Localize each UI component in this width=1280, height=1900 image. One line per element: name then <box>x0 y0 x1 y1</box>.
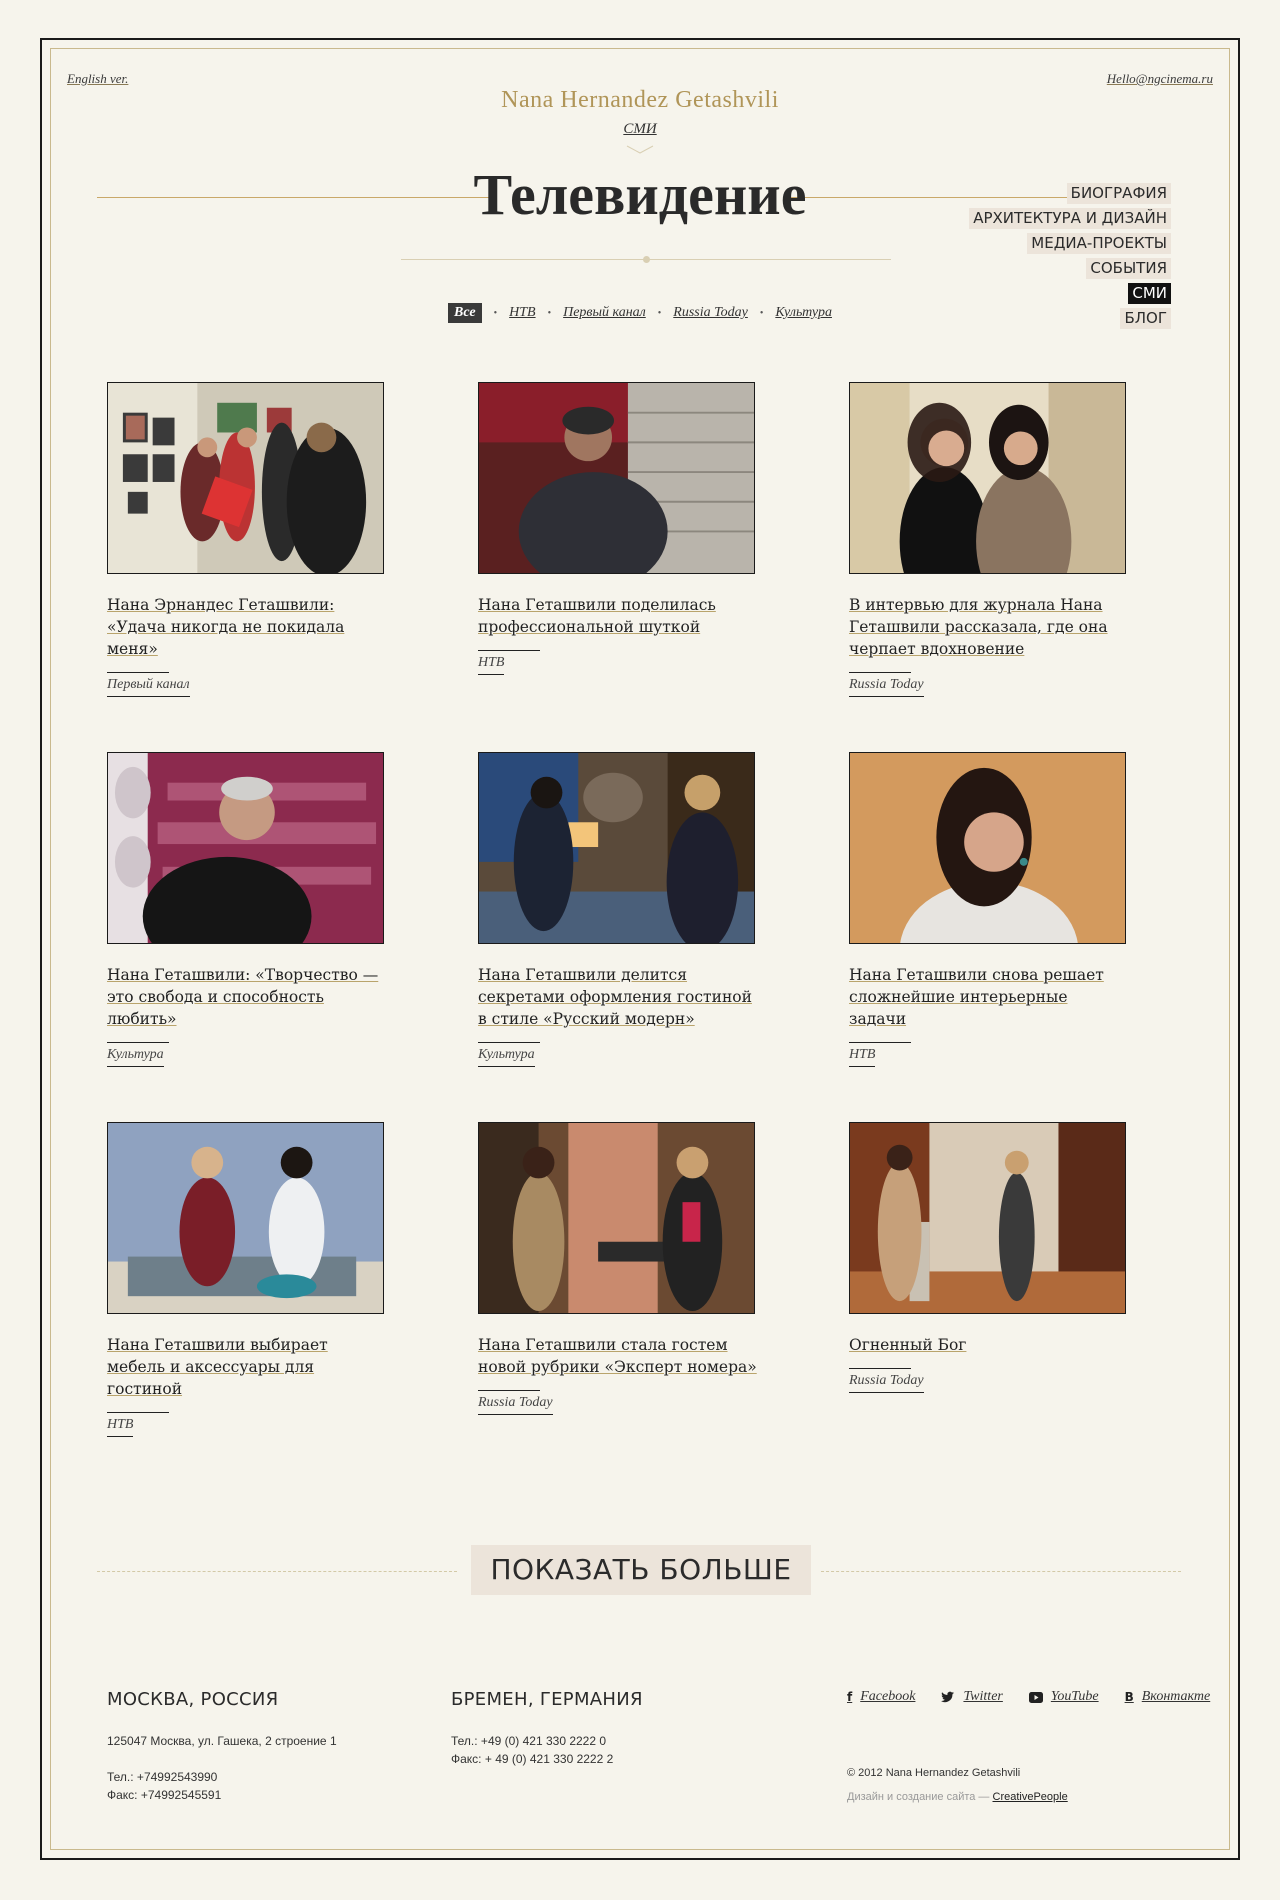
channel-tag[interactable]: Russia Today <box>849 1373 924 1393</box>
channel-tag[interactable]: Культура <box>478 1047 535 1067</box>
video-card: Нана Геташвили выбирает мебель и аксессу… <box>107 1122 387 1437</box>
filter-all[interactable]: Все <box>448 303 482 323</box>
video-card: Нана Геташвили поделилась профессиональн… <box>478 382 758 675</box>
vkontakte-icon: В <box>1124 1690 1134 1704</box>
video-title-link[interactable]: Нана Геташвили стала гостем новой рубрик… <box>478 1334 758 1378</box>
social-links: f Facebook Twitter YouTube В Вконтакте <box>847 1689 1210 1705</box>
tag-rule <box>478 1042 540 1043</box>
video-card: Нана Геташвили делится секретами оформле… <box>478 752 758 1067</box>
section-link[interactable]: СМИ <box>623 121 656 137</box>
video-card: Нана Геташвили стала гостем новой рубрик… <box>478 1122 758 1415</box>
tag-rule <box>107 1412 169 1413</box>
twitter-icon <box>941 1691 955 1703</box>
show-more-block: ПОКАЗАТЬ БОЛЬШЕ <box>97 1545 1181 1597</box>
video-title-link[interactable]: Нана Геташвили поделилась профессиональн… <box>478 594 758 638</box>
chevron-down-icon <box>626 145 654 154</box>
filter-separator: • <box>759 308 764 319</box>
social-vkontakte[interactable]: В Вконтакте <box>1125 1689 1211 1705</box>
nav-item-press[interactable]: СМИ <box>1128 283 1171 304</box>
divider-dot <box>643 256 650 263</box>
social-twitter[interactable]: Twitter <box>941 1689 1003 1705</box>
video-card: В интервью для журнала Нана Геташвили ра… <box>849 382 1129 697</box>
copyright: © 2012 Nana Hernandez Getashvili <box>847 1767 1021 1779</box>
video-thumbnail[interactable] <box>478 1122 755 1314</box>
footer-office-moscow: МОСКВА, РОССИЯ 125047 Москва, ул. Гашека… <box>107 1689 337 1804</box>
footer-office-bremen: БРЕМЕН, ГЕРМАНИЯ Тел.: +49 (0) 421 330 2… <box>451 1689 643 1768</box>
office-city: МОСКВА, РОССИЯ <box>107 1689 279 1710</box>
social-label: Twitter <box>963 1689 1003 1704</box>
video-title-link[interactable]: Нана Геташвили выбирает мебель и аксессу… <box>107 1334 387 1400</box>
office-phone: Тел.: +74992543990 <box>107 1770 218 1784</box>
filter-separator: • <box>657 308 662 319</box>
video-card: Нана Геташвили снова решает сложнейшие и… <box>849 752 1129 1067</box>
video-thumbnail[interactable] <box>849 1122 1126 1314</box>
social-label: Facebook <box>860 1689 916 1704</box>
video-title-link[interactable]: Огненный Бог <box>849 1334 1129 1356</box>
nav-item-biography[interactable]: БИОГРАФИЯ <box>1066 183 1171 204</box>
social-youtube[interactable]: YouTube <box>1028 1689 1099 1705</box>
video-thumbnail[interactable] <box>849 382 1126 574</box>
filter-russia-today[interactable]: Russia Today <box>673 305 748 321</box>
page-frame-inner: English ver. Hello@ngcinema.ru Nana Hern… <box>50 48 1230 1850</box>
credit-text: Дизайн и создание сайта — <box>847 1791 993 1803</box>
channel-tag[interactable]: НТВ <box>478 655 505 675</box>
social-label: YouTube <box>1050 1689 1099 1704</box>
video-title-link[interactable]: Нана Геташвили делится секретами оформле… <box>478 964 758 1030</box>
video-card: Огненный Бог Russia Today <box>849 1122 1129 1393</box>
dashed-divider-right <box>821 1571 1181 1572</box>
filter-ntv[interactable]: НТВ <box>509 305 535 321</box>
email-link[interactable]: Hello@ngcinema.ru <box>1107 71 1213 87</box>
social-facebook[interactable]: f Facebook <box>847 1689 915 1705</box>
video-thumbnail[interactable] <box>107 382 384 574</box>
tag-rule <box>107 672 169 673</box>
video-title-link[interactable]: Нана Геташвили: «Творчество — это свобод… <box>107 964 387 1030</box>
dashed-divider-left <box>97 1571 457 1572</box>
tag-rule <box>849 672 911 673</box>
video-thumbnail[interactable] <box>849 752 1126 944</box>
channel-filter-bar: Все • НТВ • Первый канал • Russia Today • Культу… <box>51 303 1229 323</box>
section-breadcrumb: СМИ <box>51 121 1229 138</box>
channel-tag[interactable]: Первый канал <box>107 677 190 697</box>
video-thumbnail[interactable] <box>107 1122 384 1314</box>
channel-tag[interactable]: НТВ <box>107 1417 134 1437</box>
video-thumbnail[interactable] <box>107 752 384 944</box>
site-logo[interactable]: Nana Hernandez Getashvili <box>51 87 1229 114</box>
tag-rule <box>107 1042 169 1043</box>
channel-tag[interactable]: Russia Today <box>478 1395 553 1415</box>
show-more-button[interactable]: ПОКАЗАТЬ БОЛЬШЕ <box>471 1545 811 1595</box>
credit-link[interactable]: CreativePeople <box>993 1791 1068 1803</box>
channel-tag[interactable]: Культура <box>107 1047 164 1067</box>
video-thumbnail[interactable] <box>478 382 755 574</box>
channel-tag[interactable]: Russia Today <box>849 677 924 697</box>
tag-rule <box>478 1390 540 1391</box>
office-fax: Факс: + 49 (0) 421 330 2222 2 <box>451 1752 614 1766</box>
video-card: Нана Геташвили: «Творчество — это свобод… <box>107 752 387 1067</box>
tag-rule <box>849 1042 911 1043</box>
video-title-link[interactable]: Нана Геташвили снова решает сложнейшие и… <box>849 964 1129 1030</box>
channel-tag[interactable]: НТВ <box>849 1047 876 1067</box>
nav-item-events[interactable]: СОБЫТИЯ <box>1086 258 1171 279</box>
social-label: Вконтакте <box>1141 1689 1211 1704</box>
office-fax: Факс: +74992545591 <box>107 1788 222 1802</box>
nav-item-media-projects[interactable]: МЕДИА-ПРОЕКТЫ <box>1027 233 1171 254</box>
filter-first-channel[interactable]: Первый канал <box>563 305 646 321</box>
site-credit: Дизайн и создание сайта — CreativePeople <box>847 1791 1068 1803</box>
video-thumbnail[interactable] <box>478 752 755 944</box>
page-frame: English ver. Hello@ngcinema.ru Nana Hern… <box>40 38 1240 1860</box>
office-city: БРЕМЕН, ГЕРМАНИЯ <box>451 1689 643 1710</box>
filter-culture[interactable]: Культура <box>775 305 832 321</box>
english-version-link[interactable]: English ver. <box>67 71 128 87</box>
video-card: Нана Эрнандес Геташвили: «Удача никогда … <box>107 382 387 697</box>
video-title-link[interactable]: Нана Эрнандес Геташвили: «Удача никогда … <box>107 594 387 660</box>
filter-separator: • <box>547 308 552 319</box>
filter-separator: • <box>493 308 498 319</box>
youtube-play-icon <box>1028 1691 1043 1703</box>
tag-rule <box>478 650 540 651</box>
video-title-link[interactable]: В интервью для журнала Нана Геташвили ра… <box>849 594 1129 660</box>
office-address: 125047 Москва, ул. Гашека, 2 строение 1 <box>107 1734 337 1748</box>
facebook-icon: f <box>847 1690 853 1704</box>
office-phone: Тел.: +49 (0) 421 330 2222 0 <box>451 1734 607 1748</box>
tag-rule <box>849 1368 911 1369</box>
nav-item-architecture[interactable]: АРХИТЕКТУРА И ДИЗАЙН <box>969 208 1171 229</box>
